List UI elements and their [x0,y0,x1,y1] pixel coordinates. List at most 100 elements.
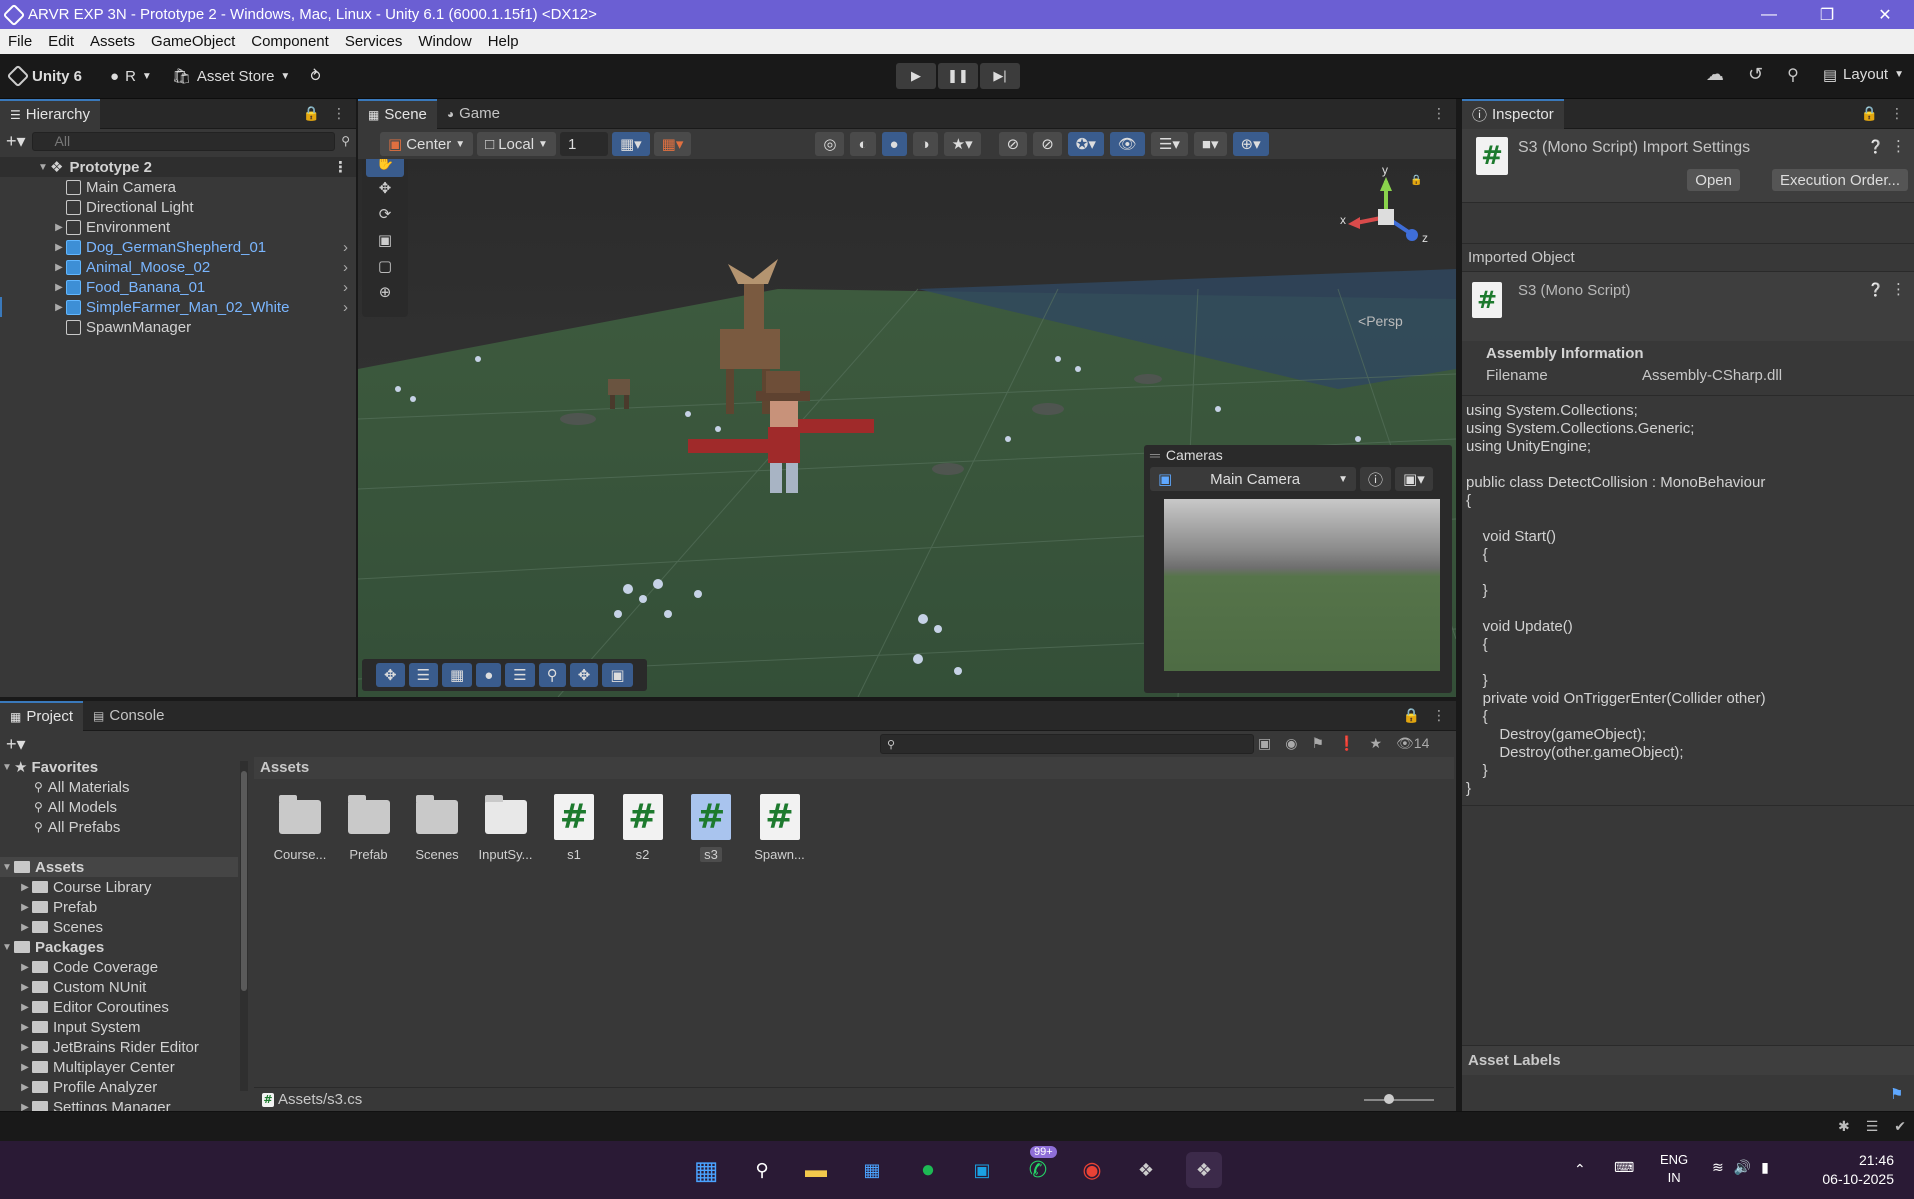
label-filter-icon[interactable]: ⚑ [1311,735,1324,752]
hidden-packages-icon[interactable]: 👁14 [1396,735,1429,752]
tree-item[interactable]: ⚲ All Prefabs [0,817,238,837]
tree-item[interactable]: ▶ Custom NUnit [0,977,238,997]
settings-menu-icon[interactable]: ⋮ [1891,137,1906,155]
keyboard-icon[interactable]: ⌨ [1614,1159,1634,1176]
expand-arrow-icon[interactable]: ▶ [18,1062,32,1073]
layout-dropdown[interactable]: ▤ Layout ▼ [1823,66,1904,84]
grid-snap-field[interactable]: 1 [559,132,608,156]
effects-toggle-icon[interactable]: ✪▾ [1067,132,1104,156]
menu-help[interactable]: Help [480,33,527,50]
more-menu-icon[interactable]: ⋮ [1890,105,1904,122]
pivot-overlay-icon[interactable]: ✥ [569,663,599,687]
assets-root-row[interactable]: ▼ Assets [0,857,238,877]
hierarchy-item[interactable]: ▶ Animal_Moose_02 › [0,257,356,277]
settings-menu-icon[interactable]: ⋮ [1891,280,1906,298]
debug-icon[interactable]: ✱ [1838,1118,1850,1135]
lock-icon[interactable]: 🔒 [1861,105,1878,122]
system-tray[interactable]: ≋ 🔊 ▮ [1712,1159,1769,1176]
store-icon[interactable]: ▦ [854,1152,890,1188]
tree-item[interactable]: ⚲ All Materials [0,777,238,797]
minimize-button[interactable]: — [1740,0,1798,29]
camera-overlay-icon[interactable]: ▣ [602,663,633,687]
expand-arrow-icon[interactable]: ▶ [52,302,66,313]
lock-icon[interactable]: 🔒 [303,105,320,122]
asset-store-dropdown[interactable]: 🛍 Asset Store ▼ [162,67,301,86]
play-button[interactable]: ▶ [896,63,936,89]
drag-handle-icon[interactable]: ═ [1150,447,1160,463]
search-icon[interactable]: ⚲ [744,1152,780,1188]
chevron-right-icon[interactable]: › [343,259,348,276]
open-button[interactable]: Open [1687,169,1740,191]
menu-gameobject[interactable]: GameObject [143,33,243,50]
expand-arrow-icon[interactable]: ▶ [18,882,32,893]
unity-editor-icon[interactable]: ❖ [1186,1152,1222,1188]
expand-arrow-icon[interactable]: ▶ [52,222,66,233]
search-icon[interactable]: ⚲ [1787,65,1799,85]
tab-console[interactable]: ▤ Console [83,701,174,731]
asset-item[interactable]: InputSy... [478,793,534,862]
asset-item[interactable]: Course... [272,793,328,862]
expand-arrow-icon[interactable]: ▶ [18,922,32,933]
chevron-right-icon[interactable]: › [343,279,348,296]
camera-fit-icon[interactable]: ▣▾ [1395,467,1433,491]
tab-game[interactable]: ◕ Game [437,99,510,129]
grid-overlay-icon[interactable]: ▦ [442,663,473,687]
expand-arrow-icon[interactable]: ▶ [18,1042,32,1053]
rect-tool-icon[interactable]: ▢ [366,257,404,281]
hierarchy-item[interactable]: ▶ Food_Banana_01 › [0,277,356,297]
pivot-dropdown[interactable]: ▣ Center ▼ [380,132,474,156]
check-circle-icon[interactable]: ✔ [1894,1118,1906,1135]
more-menu-icon[interactable]: ⋮ [333,158,348,176]
execution-order-button[interactable]: Execution Order... [1771,169,1908,191]
more-menu-icon[interactable]: ⋮ [332,105,346,122]
language-indicator[interactable]: ENG IN [1660,1151,1688,1187]
menu-window[interactable]: Window [410,33,479,50]
2d-toggle-icon[interactable]: ⊘ [998,132,1028,156]
hand-tool-icon[interactable]: ✋ [366,159,404,177]
menu-file[interactable]: File [0,33,40,50]
scene-root-row[interactable]: ▼ ❖ Prototype 2 ⋮ [0,157,356,177]
breadcrumb[interactable]: Assets [254,757,1454,779]
expand-arrow-icon[interactable]: ▶ [52,242,66,253]
tree-scrollbar[interactable] [240,761,248,1091]
cloud-icon[interactable]: ☁ [1706,64,1724,85]
gizmo-lock-icon[interactable]: 🔒 [1410,175,1422,186]
expand-arrow-icon[interactable]: ▶ [18,1022,32,1033]
menu-assets[interactable]: Assets [82,33,143,50]
unity-hub-icon[interactable]: ❖ [1128,1152,1164,1188]
tree-item[interactable]: ▶ Profile Analyzer [0,1077,238,1097]
chevron-right-icon[interactable]: › [343,239,348,256]
tab-scene[interactable]: ▦ Scene [358,98,437,129]
history-icon[interactable]: ↺ [1748,64,1763,85]
tag-icon[interactable]: ⚑ [1890,1085,1903,1103]
pause-button[interactable]: ❚❚ [938,63,978,89]
chevron-right-icon[interactable]: › [343,299,348,316]
scene-viewport[interactable]: ═ ✋ ✥ ⟳ ▣ ▢ ⊕ y x z 🔒 <Persp ═ C [358,159,1456,697]
menu-component[interactable]: Component [243,33,337,50]
tab-hierarchy[interactable]: ☰ Hierarchy [0,98,100,129]
sphere-overlay-icon[interactable]: ● [476,663,502,687]
tree-item[interactable]: ▶ Scenes [0,917,238,937]
expand-arrow-icon[interactable]: ▶ [18,982,32,993]
expand-arrow-icon[interactable]: ▶ [18,962,32,973]
zoom-overlay-icon[interactable]: ⚲ [538,663,566,687]
prime-video-icon[interactable]: ▣ [964,1152,1000,1188]
close-button[interactable]: ✕ [1856,0,1914,29]
spotify-icon[interactable]: ● [910,1152,946,1188]
hierarchy-item[interactable]: Directional Light [0,197,356,217]
more-menu-icon[interactable]: ⋮ [1432,105,1446,122]
asset-item[interactable]: # s2 [615,793,671,862]
grid-toggle[interactable]: ▦▾ [611,132,650,156]
move-tool-icon[interactable]: ✥ [366,179,404,203]
scene-visibility-icon[interactable]: 👁 [1109,132,1145,156]
expand-arrow-icon[interactable]: ▼ [0,942,14,953]
camera-select-dropdown[interactable]: ▣ Main Camera ▼ [1150,467,1356,491]
whatsapp-icon[interactable]: ✆ 99+ [1020,1146,1057,1188]
packages-row[interactable]: ▼ Packages [0,937,238,957]
rotate-tool-icon[interactable]: ⟳ [366,205,404,229]
transform-tool-icon[interactable]: ⊕ [366,283,404,307]
version-control-button[interactable]: ⥁ [300,67,330,85]
filter-type-icon[interactable]: ◉ [1285,735,1297,752]
asset-item[interactable]: # Spawn... [752,793,808,862]
tree-item[interactable]: ▶ Input System [0,1017,238,1037]
